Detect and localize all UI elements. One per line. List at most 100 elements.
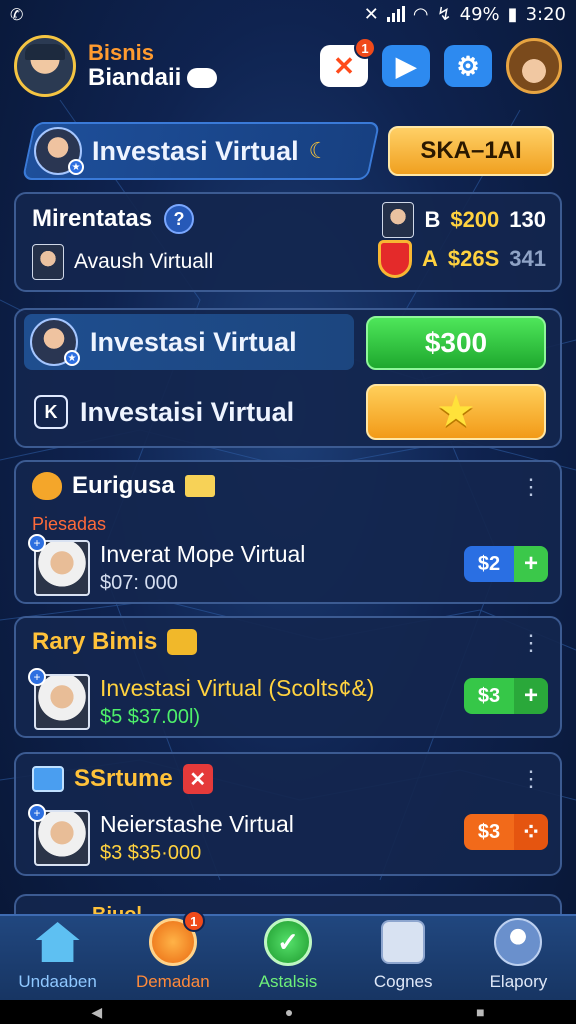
business-card-2[interactable]: Rary Bimis ⋮ + Investasi Virtual (Scolts… bbox=[14, 616, 562, 738]
business-card-1[interactable]: Eurigusa ⋮ Piesadas + Inverat Mope Virtu… bbox=[14, 460, 562, 604]
favorite-button[interactable]: ★ bbox=[366, 384, 546, 440]
star-icon: ★ bbox=[436, 387, 476, 436]
invest-row-2-label: Investaisi Virtual bbox=[80, 396, 295, 427]
card-subtitle: Piesadas bbox=[32, 514, 107, 534]
person-name: Investasi Virtual (Scolts¢&) bbox=[100, 675, 375, 701]
badge-icon: ★ bbox=[68, 159, 84, 175]
person-amount: $3 $35·000 bbox=[100, 842, 202, 864]
card-title: SSrtume bbox=[74, 765, 173, 792]
close-icon[interactable]: ✕ bbox=[182, 764, 213, 794]
stat-b: B $200 130 bbox=[382, 202, 546, 238]
stat-b-letter: B bbox=[424, 207, 441, 232]
brand: Bisnis Biandaii bbox=[88, 39, 218, 92]
add-icon: + bbox=[28, 804, 46, 822]
nav-cognes[interactable]: Cognes bbox=[346, 916, 461, 1000]
investment-banner[interactable]: ★ Investasi Virtual ☾ bbox=[28, 122, 374, 180]
recents-nav-icon[interactable]: ■ bbox=[476, 1004, 484, 1020]
nav-profile-label: Elapory bbox=[489, 972, 548, 991]
document-icon bbox=[381, 920, 426, 964]
stat-b-amount: $200 bbox=[450, 207, 500, 232]
home-nav-icon[interactable]: ● bbox=[285, 1004, 293, 1020]
person-name: Inverat Mope Virtual bbox=[100, 541, 306, 567]
mail-icon bbox=[184, 475, 215, 497]
charging-icon: ↯ bbox=[436, 3, 452, 25]
signal-icon bbox=[386, 6, 405, 22]
nav-home[interactable]: Undaaben bbox=[0, 916, 115, 1000]
banner-avatar: ★ bbox=[34, 127, 84, 175]
info-subtitle: Avaush Virtuall bbox=[74, 250, 214, 273]
brand-line2: Biandaii bbox=[88, 63, 182, 91]
nav-analysis-label: Astalsis bbox=[258, 972, 318, 991]
gear-icon: ⚙ bbox=[456, 50, 480, 81]
whatsapp-icon: ✆ bbox=[10, 4, 24, 24]
nav-profile[interactable]: Elapory bbox=[461, 916, 576, 1000]
buy-button[interactable]: $2 + bbox=[464, 546, 548, 582]
settings-button[interactable]: ⚙ bbox=[444, 45, 492, 87]
banana-icon: ☾ bbox=[308, 138, 329, 163]
back-icon[interactable]: K bbox=[34, 395, 68, 429]
nav-home-label: Undaaben bbox=[18, 972, 97, 991]
buy-button[interactable]: $3 ⁘ bbox=[464, 814, 548, 850]
stat-a-extra: 341 bbox=[509, 246, 546, 271]
more-icon[interactable]: ⋮ bbox=[520, 632, 542, 654]
help-icon[interactable]: ? bbox=[164, 204, 195, 234]
check-icon: ✓ bbox=[264, 918, 312, 966]
card-title: Eurigusa bbox=[72, 472, 175, 499]
more-icon[interactable]: ⋮ bbox=[520, 768, 542, 790]
buy-button[interactable]: $3 + bbox=[464, 678, 548, 714]
invest-row-label: Investasi Virtual bbox=[90, 326, 297, 357]
invest-row-2[interactable]: K Investaisi Virtual bbox=[24, 384, 294, 440]
add-icon: + bbox=[28, 534, 46, 552]
card-person: + Investasi Virtual (Scolts¢&) $5 $37.00… bbox=[28, 668, 375, 730]
dice-icon: ⁘ bbox=[514, 814, 548, 850]
status-bar: ✆ ✕ ◠ ↯ 49% ▮ 3:20 bbox=[0, 0, 576, 28]
buy-price: $3 bbox=[464, 814, 514, 850]
info-title: Mirentatas bbox=[32, 205, 153, 232]
card-title: Rary Bimis bbox=[32, 628, 158, 655]
clock: 3:20 bbox=[525, 3, 566, 25]
card-person: + Inverat Mope Virtual $07: 000 bbox=[28, 534, 306, 596]
buy-price: $3 bbox=[464, 678, 514, 714]
brand-line1: Bisnis bbox=[88, 39, 155, 65]
tools-button[interactable]: ✕ 1 bbox=[320, 37, 376, 87]
add-icon: + bbox=[28, 668, 46, 686]
person-name: Neierstashe Virtual bbox=[100, 811, 294, 837]
play-icon: ▶ bbox=[396, 50, 416, 81]
invest-avatar: ★ bbox=[30, 318, 80, 366]
banner-title: Investasi Virtual bbox=[92, 135, 299, 166]
plus-icon: + bbox=[514, 678, 548, 714]
invest-row[interactable]: ★ Investasi Virtual bbox=[24, 314, 354, 370]
notification-badge: 1 bbox=[354, 37, 376, 59]
nav-demand[interactable]: 1 Demadan bbox=[115, 910, 230, 1000]
stat-a-letter: A bbox=[422, 246, 438, 271]
banner-action-button[interactable]: SKA–1AI bbox=[388, 126, 554, 176]
shield-icon bbox=[378, 240, 412, 278]
character-avatar[interactable] bbox=[506, 38, 562, 94]
stat-a-amount: $26S bbox=[447, 246, 500, 271]
nav-demand-label: Demadan bbox=[135, 972, 210, 991]
info-panel: Mirentatas ? Avaush Virtuall B $200 130 … bbox=[14, 192, 562, 292]
business-card-3[interactable]: SSrtume ✕ ⋮ + Neierstashe Virtual $3 $35… bbox=[14, 752, 562, 876]
stat-avatar bbox=[382, 202, 415, 238]
invest-amount-button[interactable]: $300 bbox=[366, 316, 546, 370]
cloud-icon bbox=[187, 68, 218, 89]
stat-b-extra: 130 bbox=[509, 207, 546, 232]
more-icon[interactable]: ⋮ bbox=[520, 476, 542, 498]
battery-icon: ▮ bbox=[507, 3, 518, 25]
person-photo: + bbox=[28, 804, 90, 866]
person-amount: $5 $37.00l) bbox=[100, 706, 201, 728]
tools-icon: ✕ bbox=[333, 50, 355, 81]
bottom-navigation: Undaaben 1 Demadan ✓ Astalsis Cognes Ela… bbox=[0, 910, 576, 1000]
user-icon bbox=[494, 918, 543, 966]
battery-level: 49% bbox=[459, 3, 500, 25]
buy-price: $2 bbox=[464, 546, 514, 582]
mascot-icon bbox=[32, 472, 62, 500]
play-button[interactable]: ▶ bbox=[382, 45, 430, 87]
nav-analysis[interactable]: ✓ Astalsis bbox=[230, 916, 345, 1000]
profile-avatar[interactable] bbox=[14, 35, 76, 97]
badge-icon: ★ bbox=[64, 350, 80, 366]
folder-icon bbox=[32, 766, 64, 792]
nav-badge: 1 bbox=[182, 910, 205, 932]
back-nav-icon[interactable]: ◀ bbox=[91, 1004, 102, 1021]
action-panel: ★ Investasi Virtual $300 K Investaisi Vi… bbox=[14, 308, 562, 448]
